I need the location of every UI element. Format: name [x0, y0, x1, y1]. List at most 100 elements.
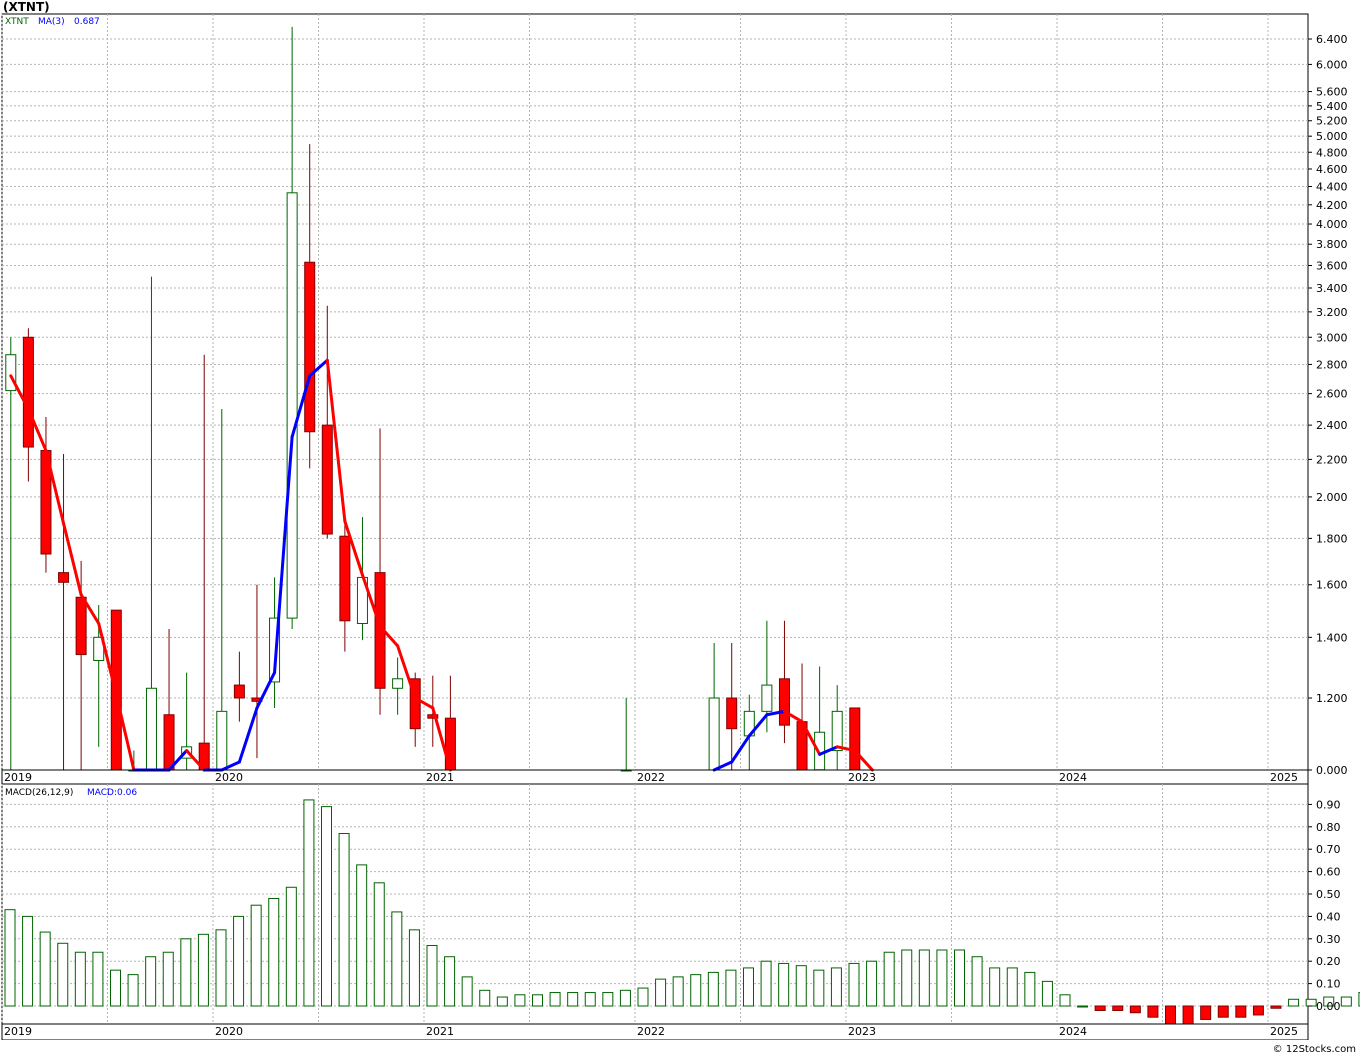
macd-bar-positive	[830, 967, 842, 1007]
price-y-tick-label: 1.800	[1316, 532, 1348, 545]
macd-bar-positive	[92, 951, 104, 1007]
macd-x-tick-label: 2019	[4, 1025, 32, 1038]
macd-bar-positive	[1077, 1005, 1089, 1008]
macd-bar-positive	[655, 978, 667, 1007]
candle	[849, 707, 861, 771]
candle-body-up	[831, 710, 843, 752]
price-y-tick-label: 2.800	[1316, 358, 1348, 371]
macd-x-tick-label: 2023	[848, 1025, 876, 1038]
macd-bar-positive	[567, 992, 579, 1007]
macd-bar-positive	[39, 931, 51, 1007]
price-y-tick-label: 5.200	[1316, 115, 1348, 128]
candle-body-up	[708, 697, 720, 771]
legend-macd-value: MACD:0.06	[87, 788, 137, 798]
macd-bar-positive	[883, 951, 895, 1007]
macd-bar-positive	[338, 833, 350, 1007]
candle-body-down	[304, 261, 316, 433]
price-x-tick-label: 2023	[848, 771, 876, 784]
macd-bar-positive	[954, 949, 965, 1007]
macd-bar-positive	[285, 886, 297, 1007]
macd-bar-positive	[479, 989, 491, 1007]
macd-bar-positive	[1041, 980, 1053, 1007]
candle-body-down	[849, 707, 861, 771]
macd-bar-positive	[637, 987, 649, 1007]
macd-bar-positive	[989, 967, 1001, 1007]
macd-bar-positive	[778, 962, 790, 1007]
macd-bar-negative	[1252, 1005, 1264, 1016]
macd-bar-positive	[391, 911, 403, 1007]
price-x-tick-label: 2020	[215, 771, 243, 784]
macd-y-tick-label: 0.40	[1316, 910, 1341, 923]
price-y-tick-label: 2.200	[1316, 453, 1348, 466]
price-y-tick-label: 3.200	[1316, 306, 1348, 319]
price-y-tick-label: 0.000	[1316, 764, 1348, 777]
macd-y-axis: 0.00 0.10 0.20 0.30 0.40 0.50 0.60 0.70 0.80 0.90	[1308, 798, 1341, 1013]
candle-body-up	[216, 710, 228, 771]
candle-body-up	[392, 678, 404, 689]
price-y-tick-label: 6.000	[1316, 58, 1348, 71]
macd-bar-negative	[1270, 1005, 1282, 1009]
copyright-footer: © 12Stocks.com	[1272, 1044, 1356, 1055]
macd-bar-positive	[1024, 971, 1036, 1007]
candle-body-up	[761, 684, 773, 712]
macd-y-tick-label: 0.90	[1316, 798, 1341, 811]
macd-bar-positive	[461, 976, 473, 1007]
candle-body-down	[339, 535, 351, 622]
price-y-tick-label: 1.600	[1316, 579, 1348, 592]
macd-bar-positive	[233, 915, 245, 1007]
macd-bar-positive	[707, 971, 719, 1007]
macd-bar-positive	[57, 942, 69, 1007]
price-panel-frame	[1, 13, 1309, 785]
legend-macd-label: MACD(26,12,9)	[5, 788, 73, 798]
macd-bar-positive	[444, 956, 456, 1007]
macd-bar-negative	[1217, 1005, 1229, 1018]
macd-bar-positive	[250, 904, 262, 1007]
macd-bar-positive	[813, 969, 825, 1007]
macd-bar-positive	[4, 909, 16, 1007]
macd-x-tick-label: 2025	[1270, 1025, 1298, 1038]
macd-bar-negative	[1129, 1005, 1141, 1014]
macd-bar-positive	[373, 882, 385, 1007]
candle-body-down	[75, 596, 87, 656]
candle-body-up	[145, 687, 157, 771]
macd-x-tick-label: 2022	[637, 1025, 665, 1038]
macd-bar-positive	[848, 962, 860, 1007]
macd-bar-positive	[584, 992, 596, 1007]
macd-bar-positive	[514, 994, 526, 1007]
stock-chart: 0.000 1.200 1.400 1.600 1.800 2.000 2.200 2.400…	[1, 13, 1360, 1040]
macd-bar-positive	[549, 992, 561, 1007]
macd-bar-positive	[197, 933, 209, 1007]
macd-y-tick-label: 0.50	[1316, 888, 1341, 901]
macd-bar-positive	[619, 989, 631, 1007]
macd-bar-positive	[356, 864, 368, 1007]
macd-bar-positive	[1288, 998, 1300, 1007]
macd-bar-positive	[866, 960, 878, 1007]
macd-x-tick-label: 2020	[215, 1025, 243, 1038]
macd-bar-positive	[127, 974, 139, 1007]
price-y-tick-label: 3.400	[1316, 282, 1348, 295]
candle-body-up	[286, 192, 298, 619]
price-y-tick-label: 1.200	[1316, 692, 1348, 705]
macd-bar-positive	[303, 799, 315, 1007]
price-y-tick-label: 2.600	[1316, 388, 1348, 401]
candle-body-down	[163, 714, 175, 771]
macd-bar-negative	[1147, 1005, 1159, 1018]
macd-bar-positive	[145, 956, 157, 1007]
price-x-tick-label: 2021	[426, 771, 454, 784]
price-x-tick-label: 2024	[1059, 771, 1087, 784]
macd-bar-positive	[74, 951, 86, 1007]
macd-y-tick-label: 0.60	[1316, 866, 1341, 879]
macd-bar-positive	[532, 994, 543, 1007]
macd-bar-positive	[215, 929, 227, 1007]
price-x-tick-label: 2025	[1270, 771, 1298, 784]
macd-x-tick-label: 2021	[426, 1025, 454, 1038]
macd-bar-positive	[22, 915, 34, 1007]
candle-body-down	[58, 572, 70, 583]
legend-ma-value: 0.687	[74, 17, 100, 27]
macd-bar-positive	[672, 976, 684, 1007]
price-y-tick-label: 6.400	[1316, 33, 1348, 46]
price-y-tick-label: 1.400	[1316, 631, 1348, 644]
macd-bar-positive	[690, 974, 702, 1007]
price-y-axis: 0.000 1.200 1.400 1.600 1.800 2.000 2.200 2.400…	[1308, 33, 1348, 777]
macd-bar-positive	[918, 949, 930, 1007]
